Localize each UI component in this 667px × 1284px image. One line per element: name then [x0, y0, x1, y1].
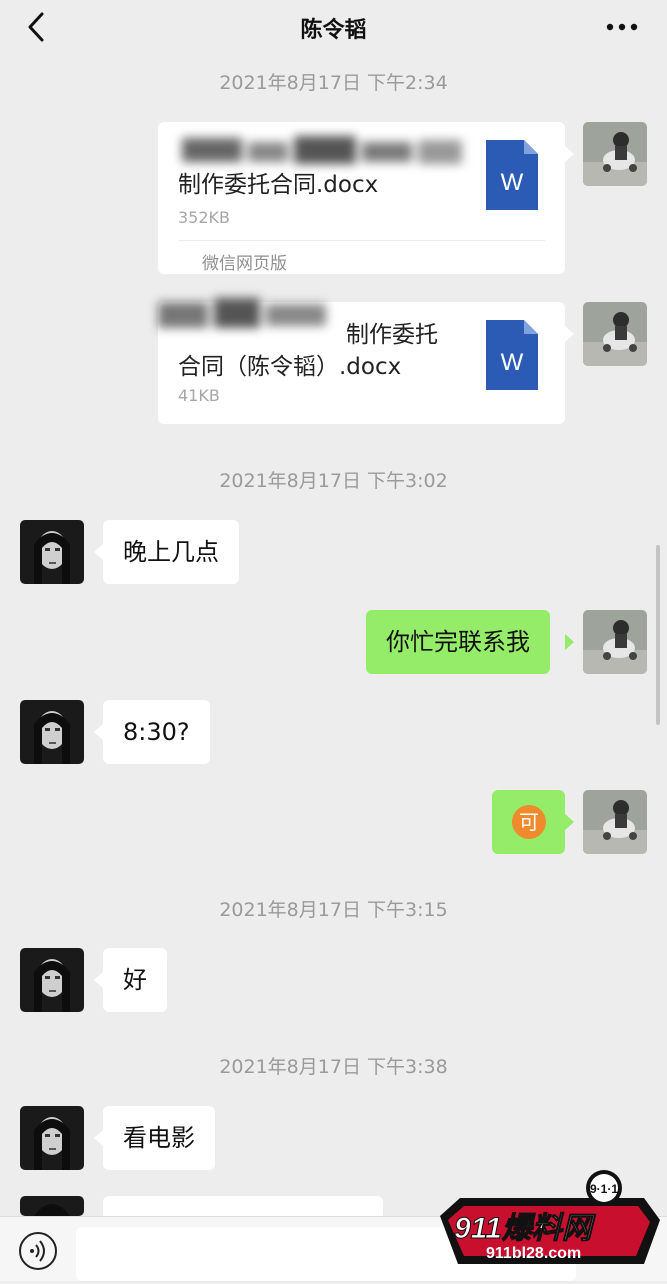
file-size: 352KB — [178, 208, 231, 227]
self-avatar[interactable] — [583, 790, 647, 854]
svg-text:W: W — [501, 349, 524, 376]
bubble-tail — [94, 724, 103, 740]
svg-text:911爆料网: 911爆料网 — [454, 1212, 596, 1245]
file-message[interactable]: 制作委托合同.docx 352KB W 微信网页版 — [158, 122, 565, 274]
contact-avatar[interactable] — [20, 700, 84, 764]
message-bubble-partial[interactable] — [103, 1196, 383, 1216]
timestamp: 2021年8月17日 下午3:15 — [219, 899, 448, 921]
card-divider — [178, 240, 545, 241]
svg-text:W: W — [501, 169, 524, 196]
word-document-icon: W — [486, 320, 538, 390]
self-avatar[interactable] — [583, 302, 647, 366]
scrollbar[interactable] — [656, 545, 660, 725]
message-bubble[interactable]: 晚上几点 — [103, 520, 239, 584]
message-bubble[interactable]: 看电影 — [103, 1106, 215, 1170]
message-bubble-self[interactable]: 你忙完联系我 — [366, 610, 550, 674]
svg-text:911bl28.com: 911bl28.com — [486, 1245, 581, 1262]
file-name-line1: 制作委托 — [346, 322, 438, 348]
chat-title: 陈令韬 — [300, 18, 367, 43]
self-avatar[interactable] — [583, 610, 647, 674]
bubble-tail — [94, 1130, 103, 1146]
redacted-filename — [148, 292, 338, 338]
more-options-icon[interactable] — [605, 22, 639, 32]
voice-input-icon[interactable] — [18, 1231, 58, 1271]
message-bubble[interactable]: 8:30? — [103, 700, 210, 764]
bubble-tail — [94, 972, 103, 988]
bubble-tail — [565, 634, 574, 650]
emoji-ke: 可 — [512, 805, 546, 839]
message-bubble-self[interactable]: 可 — [492, 790, 565, 854]
watermark-logo: 9·1·1 911爆料网 911bl28.com — [430, 1168, 667, 1280]
file-size: 41KB — [178, 386, 220, 405]
file-name: 制作委托合同.docx — [178, 172, 379, 198]
bubble-tail — [565, 326, 574, 342]
nav-bar: 陈令韬 — [0, 0, 667, 56]
message-bubble[interactable]: 好 — [103, 948, 167, 1012]
self-avatar[interactable] — [583, 122, 647, 186]
word-document-icon: W — [486, 140, 538, 210]
contact-avatar[interactable] — [20, 948, 84, 1012]
contact-avatar[interactable] — [20, 1106, 84, 1170]
svg-text:9·1·1: 9·1·1 — [590, 1182, 618, 1196]
timestamp: 2021年8月17日 下午3:38 — [219, 1056, 448, 1078]
redacted-filename — [178, 132, 468, 172]
bubble-tail — [565, 814, 574, 830]
bubble-tail — [565, 146, 574, 162]
file-source: 微信网页版 — [202, 254, 287, 274]
contact-avatar[interactable] — [20, 1196, 84, 1216]
timestamp: 2021年8月17日 下午2:34 — [219, 72, 448, 94]
file-name-line2: 合同（陈令韬）.docx — [178, 354, 402, 380]
contact-avatar[interactable] — [20, 520, 84, 584]
bubble-tail — [94, 544, 103, 560]
timestamp: 2021年8月17日 下午3:02 — [219, 470, 448, 492]
file-message[interactable]: 制作委托 合同（陈令韬）.docx 41KB W — [158, 298, 565, 424]
